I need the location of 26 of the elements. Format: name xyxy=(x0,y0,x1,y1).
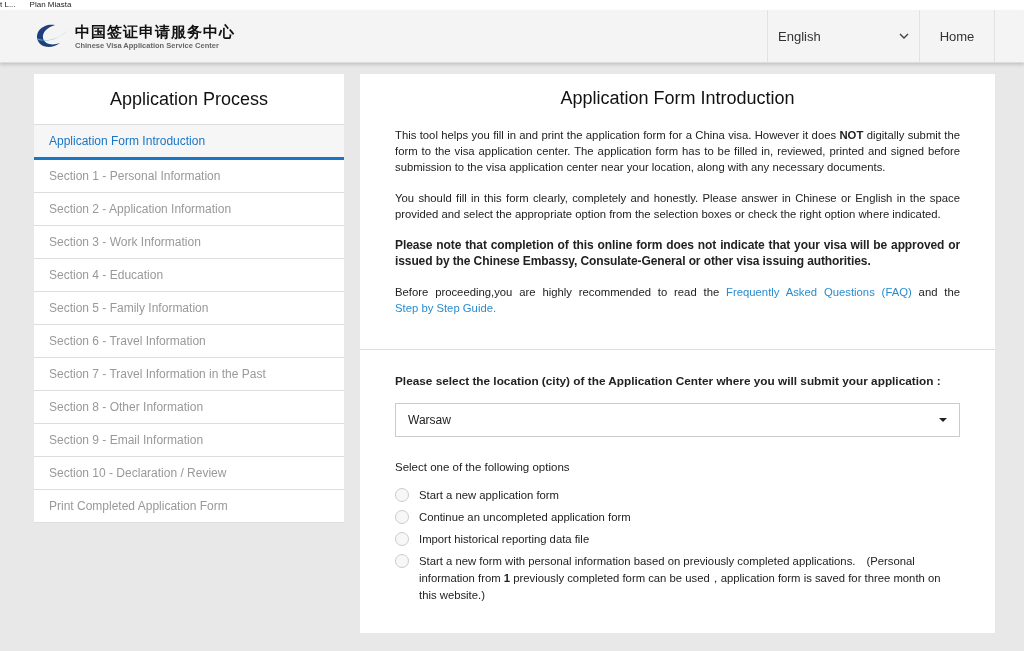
radio-button[interactable] xyxy=(395,510,409,524)
radio-button[interactable] xyxy=(395,554,409,568)
radio-button[interactable] xyxy=(395,488,409,502)
intro-paragraph: This tool helps you fill in and print the application form for a China visa. However it does NOT digitally submit the form to the visa application center. The application form has to be filled in, reviewed, printed and signed before submission to the visa application center near your location, along with any necessary documents. xyxy=(395,128,960,175)
option-label: Continue an uncompleted application form xyxy=(419,510,631,525)
guide-link[interactable]: Step by Step Guide. xyxy=(395,302,497,314)
notice-paragraph: Please note that completion of this online form does not indicate that your visa will be approved or issued by the Chinese Embassy, Consulate-General or other visa issuing authorities. xyxy=(395,237,960,269)
language-dropdown[interactable]: English xyxy=(767,10,919,62)
chevron-down-icon xyxy=(899,33,909,39)
location-select[interactable]: Warsaw xyxy=(395,403,960,437)
location-label: Please select the location (city) of the Application Center where you will submit your application : xyxy=(395,374,942,388)
option-label: Import historical reporting data file xyxy=(419,532,590,547)
caret-icon xyxy=(939,418,947,422)
bookmark-link[interactable]: t L... xyxy=(0,0,16,10)
logo-title: 中国签证申请服务中心 xyxy=(75,22,235,41)
intro-paragraph: You should fill in this form clearly, completely and honestly. Please answer in Chinese or English in the space provided and select the appropriate option from the selection boxes or check the right option where indicated. xyxy=(395,191,960,222)
intro-paragraph: Before proceeding,you are highly recommended to read the Frequently Asked Questions (FAQ) and the Step by Step Guide. xyxy=(395,285,960,316)
page-title: Application Form Introduction xyxy=(559,88,796,109)
sidebar-item[interactable]: Application Form Introduction xyxy=(34,125,344,160)
radio-button[interactable] xyxy=(395,532,409,546)
bookmark-link[interactable]: Plan Miasta xyxy=(29,0,72,10)
option-label: Start a new form with personal information based on previously completed applications. (Personal information from 1 previously completed form can be used，application form is saved for three month on this website.) xyxy=(419,554,942,603)
home-link[interactable]: Home xyxy=(919,10,995,62)
options-label: Select one of the following options xyxy=(395,461,571,473)
option-label: Start a new application form xyxy=(419,488,560,503)
guide-link[interactable]: Frequently Asked Questions (FAQ) xyxy=(726,286,912,298)
